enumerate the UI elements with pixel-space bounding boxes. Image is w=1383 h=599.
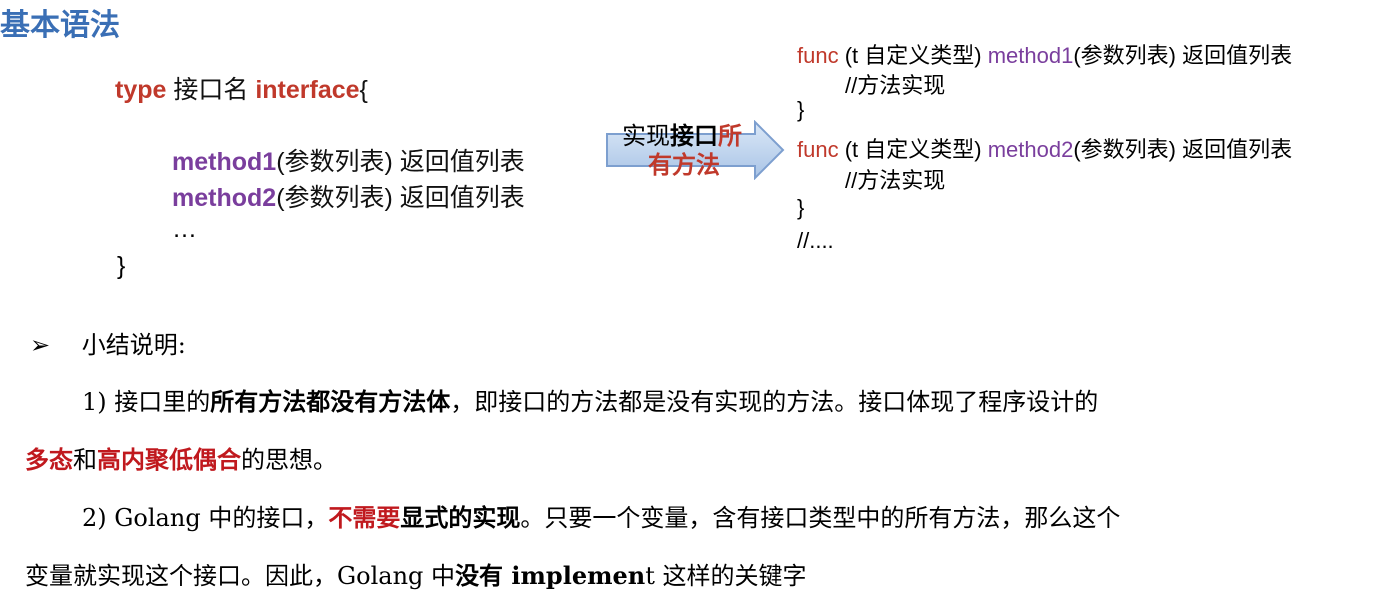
code-close-brace: } xyxy=(117,252,126,280)
interface-name: 接口名 xyxy=(166,76,256,104)
p2-text-c: 显式的实现 xyxy=(400,503,521,532)
code-line-method2: method2(参数列表) 返回值列表 xyxy=(172,178,525,214)
method1-signature: (参数列表) 返回值列表 xyxy=(1073,43,1293,68)
summary-header: ➢ 小结说明: xyxy=(30,325,186,360)
p2-text-b: 不需要 xyxy=(328,503,401,532)
func-keyword: func xyxy=(797,137,839,162)
arrow-text-c: 所 xyxy=(718,123,742,150)
paragraph-1-line1: 1) 接口里的所有方法都没有方法体，即接口的方法都是没有实现的方法。接口体现了程… xyxy=(82,382,1098,417)
p2-text-a: 2) Golang 中的接口， xyxy=(82,504,329,532)
code-ellipsis: … xyxy=(172,215,197,243)
p1-text-e: 和 xyxy=(73,446,97,474)
paragraph-2-line2: 变量就实现这个接口。因此，Golang 中没有 implement 这样的关键字 xyxy=(25,556,807,591)
p2-text-d: 。只要一个变量，含有接口类型中的所有方法，那么这个 xyxy=(520,504,1121,532)
paragraph-1-line2: 多态和高内聚低偶合的思想。 xyxy=(25,440,337,475)
method2-name: method2 xyxy=(172,184,277,212)
method1-name: method1 xyxy=(987,43,1074,68)
method2-signature: (参数列表) 返回值列表 xyxy=(276,184,525,212)
impl1-comment: //方法实现 xyxy=(845,73,946,98)
impl2-comment: //方法实现 xyxy=(845,168,946,193)
method2-signature: (参数列表) 返回值列表 xyxy=(1073,137,1293,162)
code-more-comment: //.... xyxy=(797,228,834,253)
method1-name: method1 xyxy=(172,148,277,176)
impl2-close: } xyxy=(797,195,805,220)
p1-text-a: 1) 接口里的 xyxy=(82,388,211,416)
impl2-header: func (t 自定义类型) method2(参数列表) 返回值列表 xyxy=(797,132,1292,164)
open-brace: { xyxy=(359,76,368,104)
method1-signature: (参数列表) 返回值列表 xyxy=(276,148,525,176)
method2-name: method2 xyxy=(987,137,1074,162)
p1-text-d: 多态 xyxy=(25,445,73,474)
p2-text-f: 没有 implemen xyxy=(455,561,646,590)
code-line-method1: method1(参数列表) 返回值列表 xyxy=(172,142,525,178)
p1-text-g: 的思想。 xyxy=(241,446,337,474)
summary-title: 小结说明: xyxy=(81,331,186,359)
func-keyword: func xyxy=(797,43,839,68)
code-line-type: type 接口名 interface{ xyxy=(115,70,368,106)
keyword-interface: interface xyxy=(255,76,360,104)
impl1-close: } xyxy=(797,97,805,122)
p1-text-c: ，即接口的方法都是没有实现的方法。接口体现了程序设计的 xyxy=(450,388,1099,416)
bullet-arrow-icon: ➢ xyxy=(30,331,51,359)
keyword-type: type xyxy=(115,76,167,104)
p2-text-g: t 这样的关键字 xyxy=(645,562,807,590)
impl1-header: func (t 自定义类型) method1(参数列表) 返回值列表 xyxy=(797,38,1292,70)
arrow-label-line2: 有方法 xyxy=(648,152,720,179)
p1-text-b: 所有方法都没有方法体 xyxy=(210,387,451,416)
paragraph-2-line1: 2) Golang 中的接口，不需要显式的实现。只要一个变量，含有接口类型中的所… xyxy=(82,498,1120,533)
receiver: (t 自定义类型) xyxy=(838,43,988,68)
p2-text-e: 变量就实现这个接口。因此，Golang 中 xyxy=(25,562,456,590)
receiver: (t 自定义类型) xyxy=(838,137,988,162)
p1-text-f: 高内聚低偶合 xyxy=(97,445,241,474)
